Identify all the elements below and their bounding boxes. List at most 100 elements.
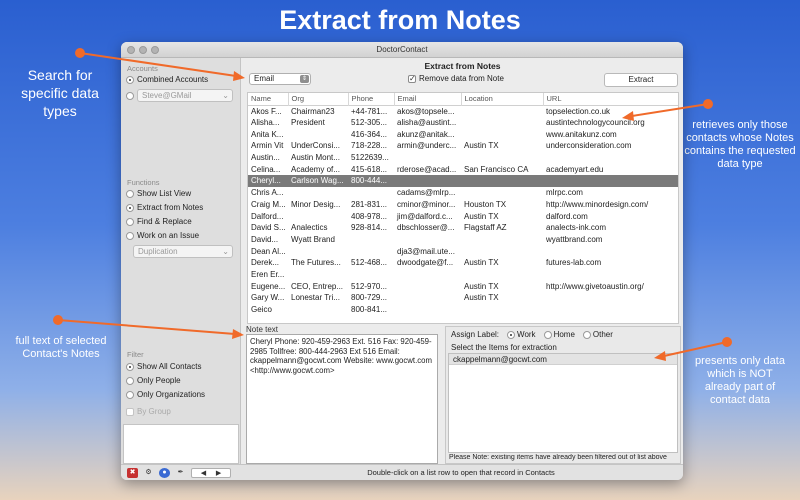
table-row[interactable]: Eren Er... <box>248 269 678 281</box>
table-row[interactable]: David S... Analectics 928-814... dbschlosse… <box>248 222 678 234</box>
table-row[interactable]: Celina... Academy of... 415-618... rderose@… <box>248 163 678 175</box>
table-cell: David... <box>251 234 279 244</box>
single-account-radio[interactable]: Steve@GMail ⌄ <box>126 89 233 102</box>
function-find-replace[interactable]: Find & Replace <box>126 217 192 226</box>
filter-show-all[interactable]: Show All Contacts <box>126 362 201 371</box>
extract-button[interactable]: Extract <box>604 73 678 87</box>
table-cell: jim@dalford.c... <box>397 211 453 221</box>
by-group-checkbox[interactable]: By Group <box>126 407 171 416</box>
table-row[interactable]: Alisha... President 512-305... alisha@austi… <box>248 117 678 129</box>
function-show-list-view[interactable]: Show List View <box>126 189 191 198</box>
assign-home-radio[interactable]: Home <box>543 330 575 339</box>
window-title: DoctorContact <box>376 45 428 54</box>
function-work-on-issue[interactable]: Work on an Issue <box>126 231 199 240</box>
column-header-org[interactable]: Org <box>288 93 349 105</box>
combined-accounts-radio[interactable]: Combined Accounts <box>126 75 208 84</box>
table-cell: Houston TX <box>464 199 507 209</box>
table-cell <box>348 234 394 246</box>
radio-icon <box>126 390 134 399</box>
table-row[interactable]: Dean Al... dja3@mail.ute... <box>248 245 678 257</box>
close-window-button[interactable] <box>127 46 135 54</box>
table-cell: Gary W... <box>251 293 285 303</box>
table-cell <box>394 280 461 292</box>
filter-label: Only People <box>137 376 181 385</box>
trash-icon[interactable]: ✖ <box>127 468 138 478</box>
list-item[interactable]: ckappelmann@gocwt.com <box>449 354 677 365</box>
note-text-area[interactable]: Cheryl Phone: 920-459-2963 Ext. 516 Fax:… <box>246 334 438 464</box>
table-cell: 512-468... <box>351 258 388 268</box>
table-row[interactable]: Akos F... Chairman23 +44-781... akos@topsel… <box>248 105 678 117</box>
table-cell: 718-228... <box>351 141 388 151</box>
table-cell <box>461 187 543 199</box>
table-header-row: Name Org Phone Email Location URL <box>248 93 678 105</box>
table-cell: futures-lab.com <box>546 258 602 268</box>
column-header-phone[interactable]: Phone <box>348 93 395 105</box>
table-row[interactable]: Chris A... cadams@mlrp... mlrpc.com <box>248 187 678 199</box>
contacts-table[interactable]: Name Org Phone Email Location URL Akos F… <box>247 92 679 324</box>
account-popup[interactable]: Steve@GMail ⌄ <box>137 89 233 102</box>
assign-other-radio[interactable]: Other <box>582 330 613 339</box>
filter-only-people[interactable]: Only People <box>126 376 181 385</box>
assign-panel: Assign Label: Work Home Other Select the… <box>445 326 681 464</box>
table-row[interactable]: Eugene... CEO, Entrep... 512-970... Austin … <box>248 280 678 292</box>
table-cell: Eren Er... <box>251 269 285 279</box>
table-cell: Geico <box>251 305 272 315</box>
table-row[interactable]: Dalford... 408-978... jim@dalford.c... Aust… <box>248 210 678 222</box>
table-cell <box>461 234 543 246</box>
column-header-name[interactable]: Name <box>248 93 289 105</box>
table-cell: 416-364... <box>351 129 388 139</box>
table-row[interactable]: Derek... The Futures... 512-468... dwoodgat… <box>248 257 678 269</box>
globe-icon[interactable]: ● <box>159 468 170 478</box>
table-cell <box>288 210 348 222</box>
eyedropper-icon[interactable]: ✒ <box>175 468 186 478</box>
table-row[interactable]: Anita K... 416-364... akunz@anitak... www.a… <box>248 128 678 140</box>
table-cell: 928-814... <box>351 223 388 233</box>
callout-new-data: presents only data which is NOT already … <box>695 355 785 406</box>
table-cell: President <box>291 118 325 128</box>
column-header-url[interactable]: URL <box>543 93 678 105</box>
table-cell <box>461 304 543 316</box>
table-cell <box>543 304 678 316</box>
table-cell: topselection.co.uk <box>546 106 611 116</box>
table-cell: CEO, Entrep... <box>291 281 344 291</box>
table-row[interactable]: Craig M... Minor Desig... 281-831... cminor… <box>248 199 678 211</box>
table-row[interactable]: Gary W... Lonestar Tri... 800-729... Austin… <box>248 292 678 304</box>
column-header-email[interactable]: Email <box>394 93 462 105</box>
checkbox-icon <box>126 407 134 416</box>
extract-items-list[interactable]: ckappelmann@gocwt.com <box>448 353 678 453</box>
table-row[interactable]: Armin Vit UnderConsi... 718-228... armin@un… <box>248 140 678 152</box>
table-cell <box>394 269 461 281</box>
next-arrow-icon[interactable]: ▶ <box>216 470 221 477</box>
table-row[interactable]: Cheryl... Carlson Wag... 800-444... <box>248 175 678 187</box>
table-row[interactable]: Austin... Austin Mont... 5122639... <box>248 152 678 164</box>
table-cell <box>394 292 461 304</box>
function-popup-value: Duplication <box>138 247 178 256</box>
table-scrollbar[interactable] <box>665 102 674 292</box>
table-row[interactable]: David... Wyatt Brand wyattbrand.com <box>248 234 678 246</box>
table-row[interactable]: Geico 800-841... <box>248 304 678 316</box>
account-popup-value: Steve@GMail <box>142 91 192 100</box>
function-label: Extract from Notes <box>137 203 204 212</box>
radio-icon <box>126 231 134 240</box>
table-cell: Dean Al... <box>251 246 286 256</box>
function-extract-from-notes[interactable]: Extract from Notes <box>126 203 203 212</box>
minimize-window-button[interactable] <box>139 46 147 54</box>
radio-icon <box>582 330 591 339</box>
column-header-location[interactable]: Location <box>461 93 544 105</box>
filter-only-organizations[interactable]: Only Organizations <box>126 390 205 399</box>
zoom-window-button[interactable] <box>151 46 159 54</box>
table-cell <box>543 292 678 304</box>
table-cell <box>461 245 543 257</box>
function-popup[interactable]: Duplication ⌄ <box>133 245 233 258</box>
remove-data-checkbox[interactable]: Remove data from Note <box>408 74 504 83</box>
title-bar: DoctorContact <box>121 42 683 58</box>
pager-control[interactable]: ◀ ▶ <box>191 468 231 478</box>
gear-icon[interactable]: ⚙ <box>143 468 154 478</box>
assign-work-radio[interactable]: Work <box>507 330 536 339</box>
table-cell <box>288 187 348 199</box>
prev-arrow-icon[interactable]: ◀ <box>201 470 206 477</box>
group-list[interactable] <box>123 424 239 464</box>
remove-data-label: Remove data from Note <box>419 74 504 83</box>
function-label: Find & Replace <box>137 217 192 226</box>
data-type-select[interactable]: Email ⇕ <box>249 73 311 85</box>
